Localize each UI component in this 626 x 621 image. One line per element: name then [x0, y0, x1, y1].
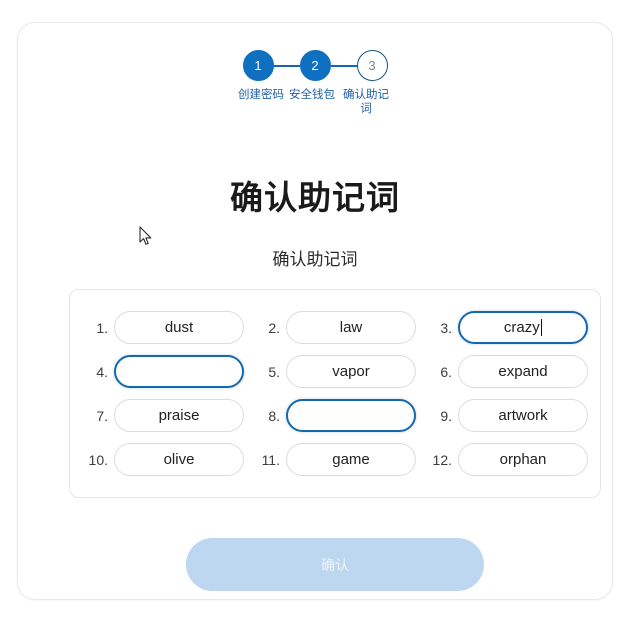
mnemonic-word-input-8[interactable] — [286, 399, 416, 432]
mnemonic-word-cell: 4. — [82, 355, 244, 388]
mnemonic-word-index: 2. — [268, 319, 280, 336]
page-title: 确认助记词 — [230, 179, 400, 216]
step-connector-2-3 — [330, 64, 357, 67]
mnemonic-word-value: orphan — [499, 451, 547, 468]
mnemonic-word-cell: 2. law — [254, 311, 416, 344]
step-circle-3[interactable]: 3 — [356, 50, 388, 81]
mnemonic-word-cell: 11. game — [254, 443, 416, 476]
text-caret — [540, 319, 543, 336]
mnemonic-word-value: praise — [158, 407, 200, 424]
mnemonic-word-value: law — [339, 319, 363, 336]
step-number-2: 2 — [311, 58, 319, 73]
mnemonic-word-index: 4. — [96, 363, 108, 380]
stepper-circles: 1 2 3 — [242, 50, 388, 81]
mnemonic-word-cell: 6. expand — [426, 355, 588, 388]
mnemonic-word-cell: 3. crazy — [426, 311, 588, 344]
mnemonic-word-index: 9. — [440, 407, 452, 424]
mnemonic-word-value: olive — [163, 451, 195, 468]
mnemonic-word-index: 7. — [96, 407, 108, 424]
mnemonic-word-cell: 12. orphan — [426, 443, 588, 476]
mnemonic-word-index: 6. — [440, 363, 452, 380]
confirm-button-label: 确认 — [321, 556, 349, 573]
step-label-2: 安全钱包 — [289, 89, 335, 101]
mnemonic-word-input-6[interactable]: expand — [458, 355, 588, 388]
mnemonic-word-index: 12. — [432, 451, 452, 468]
mnemonic-word-value: artwork — [498, 407, 548, 424]
mnemonic-word-input-1[interactable]: dust — [114, 311, 244, 344]
mnemonic-word-input-7[interactable]: praise — [114, 399, 244, 432]
mnemonic-word-input-3[interactable]: crazy — [458, 311, 588, 344]
mnemonic-word-cell: 1. dust — [82, 311, 244, 344]
mnemonic-word-input-11[interactable]: game — [286, 443, 416, 476]
step-label-1: 创建密码 — [238, 89, 284, 101]
mnemonic-word-cell: 5. vapor — [254, 355, 416, 388]
mnemonic-word-input-2[interactable]: law — [286, 311, 416, 344]
mnemonic-word-index: 10. — [88, 451, 108, 468]
step-label-3: 确认助记词 — [343, 89, 389, 116]
mnemonic-word-index: 5. — [268, 363, 280, 380]
mnemonic-word-value: dust — [164, 319, 194, 336]
mnemonic-word-index: 8. — [268, 407, 280, 424]
setup-stepper: 1 2 3 创建密码 安全钱包 确认助记词 — [18, 50, 612, 117]
step-number-1: 1 — [254, 58, 262, 73]
step-number-3: 3 — [368, 58, 376, 73]
mnemonic-word-index: 3. — [440, 319, 452, 336]
wallet-setup-card: 1 2 3 创建密码 安全钱包 确认助记词 确认助记词 确认助记词 1. dust… — [17, 22, 613, 600]
mnemonic-word-input-5[interactable]: vapor — [286, 355, 416, 388]
mnemonic-word-cell: 7. praise — [82, 399, 244, 432]
mnemonic-word-cell: 10. olive — [82, 443, 244, 476]
mnemonic-word-value: game — [332, 451, 370, 468]
mnemonic-word-input-12[interactable]: orphan — [458, 443, 588, 476]
mnemonic-grid-container: 1. dust 2. law 3. crazy 4. 5. vapor 6. expand 7. pra… — [69, 289, 601, 498]
mnemonic-word-value: expand — [498, 363, 548, 380]
step-connector-1-2 — [273, 64, 300, 67]
mnemonic-grid: 1. dust 2. law 3. crazy 4. 5. vapor 6. expand 7. pra… — [82, 304, 588, 483]
mnemonic-word-input-10[interactable]: olive — [114, 443, 244, 476]
mnemonic-word-cell: 8. — [254, 399, 416, 432]
mnemonic-word-value: crazy — [503, 319, 540, 336]
stepper-labels: 创建密码 安全钱包 确认助记词 — [230, 88, 400, 117]
step-circle-1[interactable]: 1 — [242, 50, 274, 81]
confirm-button[interactable]: 确认 — [186, 538, 484, 591]
mnemonic-word-value: vapor — [332, 363, 370, 380]
mnemonic-word-input-9[interactable]: artwork — [458, 399, 588, 432]
mnemonic-word-index: 11. — [261, 451, 280, 468]
mnemonic-word-cell: 9. artwork — [426, 399, 588, 432]
step-circle-2[interactable]: 2 — [299, 50, 331, 81]
mnemonic-word-input-4[interactable] — [114, 355, 244, 388]
page-subtitle: 确认助记词 — [272, 250, 358, 269]
mnemonic-word-index: 1. — [96, 319, 108, 336]
